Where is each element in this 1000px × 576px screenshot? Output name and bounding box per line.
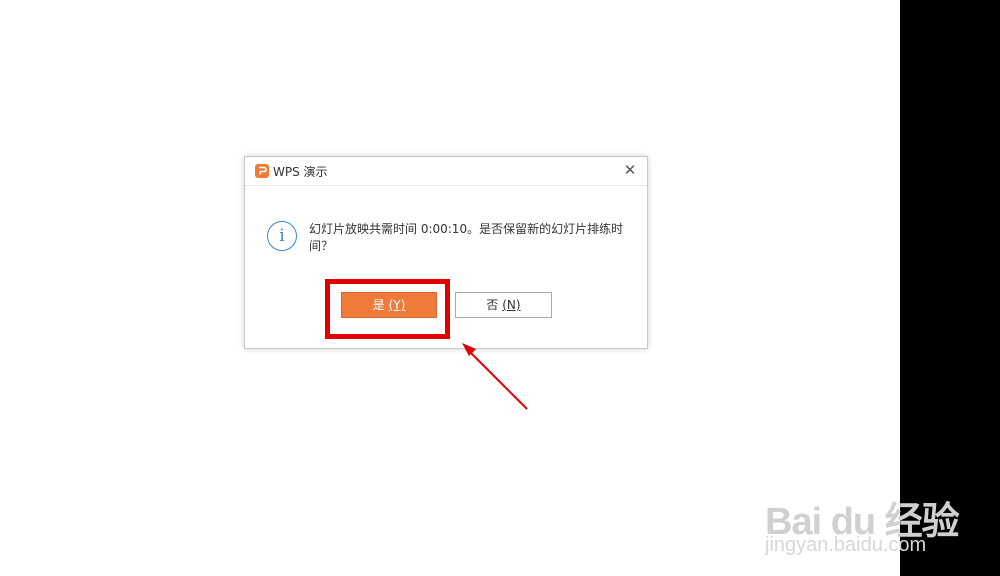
dialog-titlebar: WPS 演示 ✕ bbox=[245, 157, 647, 186]
highlight-box bbox=[325, 279, 450, 339]
dialog-message: 幻灯片放映共需时间 0:00:10。是否保留新的幻灯片排练时间？ bbox=[309, 222, 624, 253]
baidu-watermark: Bai du 经验 jingyan.baidu.com bbox=[765, 490, 960, 556]
wps-presentation-icon bbox=[255, 164, 269, 178]
no-button-shortcut: (N) bbox=[502, 298, 521, 312]
watermark-url: jingyan.baidu.com bbox=[765, 534, 927, 556]
dialog-title: WPS 演示 bbox=[273, 165, 328, 179]
no-button[interactable]: 否 (N) bbox=[455, 292, 552, 318]
no-button-label: 否 bbox=[486, 298, 499, 312]
info-icon: i bbox=[267, 221, 297, 251]
close-icon[interactable]: ✕ bbox=[621, 160, 639, 180]
